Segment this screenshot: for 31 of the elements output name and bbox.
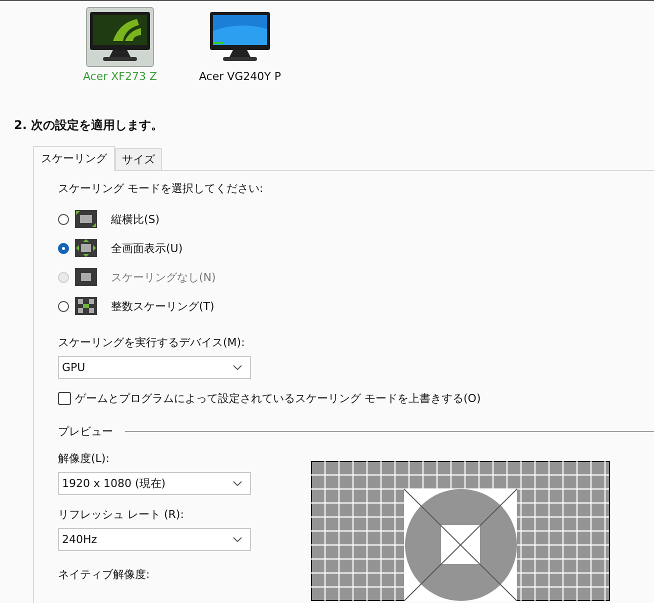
scaling-mode-icon (75, 239, 97, 257)
step-heading: 2. 次の設定を適用します。 (14, 117, 164, 134)
scaling-mode-icon (75, 268, 97, 286)
radio-button[interactable] (58, 214, 69, 224)
scaling-mode-icon (75, 210, 97, 228)
scaling-mode-icon (75, 297, 97, 315)
tab[interactable]: スケーリング (33, 146, 115, 171)
radio-button[interactable] (58, 242, 69, 254)
tab[interactable]: サイズ (115, 148, 162, 171)
checkbox-label: ゲームとプログラムによって設定されているスケーリング モードを上書きする(O) (75, 391, 481, 406)
device-label: スケーリングを実行するデバイス(M): (58, 335, 246, 350)
chevron-down-icon (233, 481, 242, 486)
resolution-select[interactable]: 1920 x 1080 (現在) (58, 472, 251, 495)
refresh-rate-select[interactable]: 240Hz (58, 528, 251, 551)
display-option[interactable]: Acer VG240Y P (190, 7, 290, 83)
resolution-label: 解像度(L): (58, 451, 110, 466)
radio-label: 縦横比(S) (111, 212, 160, 226)
chevron-down-icon (233, 365, 242, 370)
section-title: プレビュー (58, 424, 113, 439)
radio-button[interactable] (58, 300, 69, 312)
device-select[interactable]: GPU (58, 356, 251, 379)
monitor-icon (209, 11, 271, 63)
radio-label: スケーリングなし(N) (111, 270, 216, 284)
native-resolution-label: ネイティブ解像度: (58, 567, 151, 582)
refresh-rate-label: リフレッシュ レート (R): (58, 507, 185, 522)
scaling-prompt: スケーリング モードを選択してください: (58, 181, 264, 196)
radio-label: 整数スケーリング(T) (111, 298, 214, 314)
monitor-icon (89, 11, 151, 63)
checkbox[interactable] (58, 392, 71, 405)
radio-label: 全画面表示(U) (111, 240, 183, 256)
chevron-down-icon (233, 537, 242, 542)
